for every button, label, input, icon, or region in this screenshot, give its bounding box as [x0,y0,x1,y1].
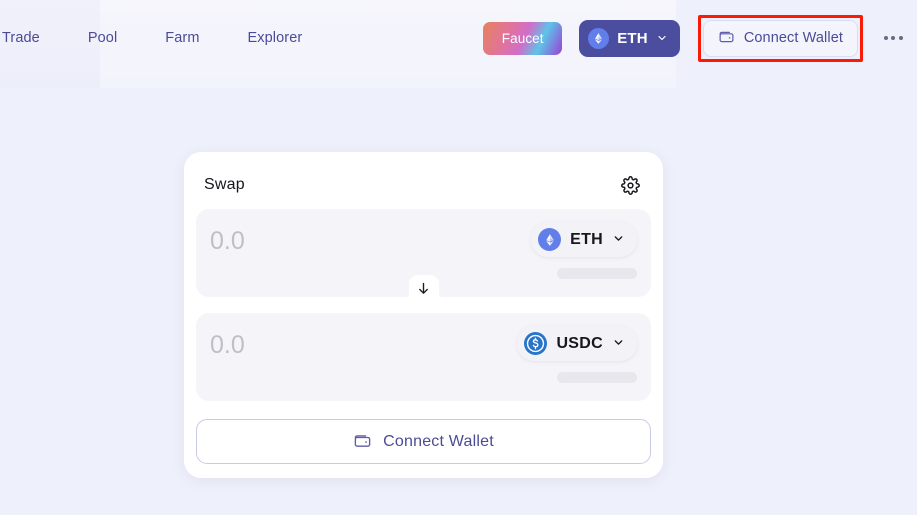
header-connect-wallet-label: Connect Wallet [743,30,843,46]
swap-to-balance-skeleton [557,372,637,383]
faucet-button[interactable]: Faucet [483,21,563,55]
chevron-down-icon [656,32,668,44]
swap-from-balance-skeleton [557,268,637,279]
swap-from-token-selector[interactable]: ETH [531,222,637,257]
swap-to-token-area: USDC [517,325,637,389]
swap-connect-wallet-button[interactable]: Connect Wallet [196,419,651,464]
chevron-down-icon [612,336,625,352]
swap-from-token-label: ETH [570,230,603,248]
ellipsis-icon[interactable] [879,24,907,52]
swap-card-header: Swap [196,166,651,200]
header-actions: Faucet ETH Connect Wallet [483,14,917,62]
swap-from-token-area: ETH [531,221,637,285]
swap-connect-wallet-label: Connect Wallet [383,432,494,450]
nav-item-pool[interactable]: Pool [64,31,141,46]
chevron-down-icon [612,232,625,248]
wallet-icon [353,431,372,453]
nav-item-trade[interactable]: Trade [0,31,64,46]
swap-direction-button[interactable] [408,275,439,305]
swap-from-amount-input[interactable] [210,221,460,257]
nav-item-farm[interactable]: Farm [141,31,223,46]
network-label: ETH [617,29,648,47]
swap-to-token-label: USDC [556,334,603,352]
arrow-down-icon [416,281,431,299]
swap-title: Swap [204,176,245,193]
swap-to-amount-input[interactable] [210,325,460,361]
swap-card: Swap 0.0 ETH 0.0 USDC Connect Wallet [184,152,663,478]
ethereum-logo-icon [588,27,610,49]
swap-to-row: USDC [196,313,651,401]
swap-to-token-selector[interactable]: USDC [517,326,637,361]
nav-item-explorer[interactable]: Explorer [224,31,327,46]
app-header: Trade Pool Farm Explorer Faucet ETH Conn… [0,0,917,76]
connect-wallet-highlight-box: Connect Wallet [697,14,863,62]
usdc-logo-icon [524,332,548,355]
gear-icon[interactable] [617,172,643,198]
header-connect-wallet-button[interactable]: Connect Wallet [702,19,858,57]
wallet-icon [718,28,735,48]
ethereum-logo-icon [538,228,562,251]
network-selector-button[interactable]: ETH [579,19,680,57]
main-navigation: Trade Pool Farm Explorer [0,0,326,76]
